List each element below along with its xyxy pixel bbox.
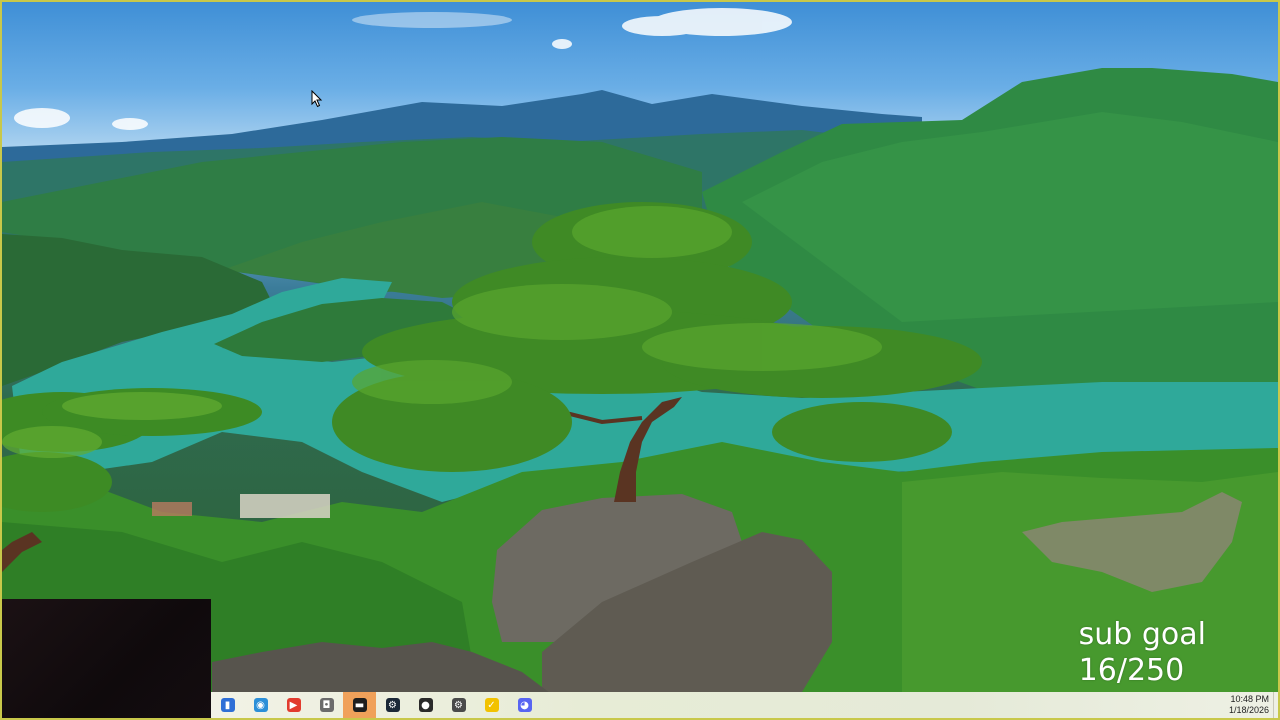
show-desktop-button[interactable] (1273, 692, 1278, 718)
clock-date: 1/18/2026 (1228, 705, 1269, 715)
sub-goal-progress: 16/250 (1078, 653, 1185, 689)
taskbar-button-obs-studio[interactable]: ▬ (343, 692, 376, 718)
desktop[interactable]: sub goal 16/250 ▮ ◉ ▶ ◘ ▬ ⚙ ● ⚙ ✓ ◕ 10:48 PM 1/18… (0, 0, 1280, 720)
edge-browser-icon: ◉ (253, 698, 268, 712)
black-overlay-panel (2, 599, 211, 718)
taskbar-button-youtube[interactable]: ▶ (277, 692, 310, 718)
taskbar-button-steam[interactable]: ⚙ (376, 692, 409, 718)
taskbar: ▮ ◉ ▶ ◘ ▬ ⚙ ● ⚙ ✓ ◕ 10:48 PM 1/18/2026 (211, 692, 1278, 718)
file-explorer-icon: ▮ (220, 698, 235, 712)
clock-time: 10:48 PM (1230, 694, 1269, 704)
steam-icon: ⚙ (385, 698, 400, 712)
davinci-resolve-icon: ● (418, 698, 433, 712)
settings-icon: ⚙ (451, 698, 466, 712)
system-clock[interactable]: 10:48 PM 1/18/2026 (1229, 692, 1273, 718)
youtube-icon: ▶ (286, 698, 301, 712)
taskbar-button-screenshot-tool[interactable]: ◘ (310, 692, 343, 718)
obs-studio-icon: ▬ (352, 698, 367, 712)
taskbar-button-norton[interactable]: ✓ (475, 692, 508, 718)
screenshot-tool-icon: ◘ (319, 698, 334, 712)
taskbar-button-davinci-resolve[interactable]: ● (409, 692, 442, 718)
taskbar-button-settings[interactable]: ⚙ (442, 692, 475, 718)
discord-icon: ◕ (517, 698, 532, 712)
taskbar-pinned-apps: ▮ ◉ ▶ ◘ ▬ ⚙ ● ⚙ ✓ ◕ (211, 692, 541, 718)
taskbar-button-edge-browser[interactable]: ◉ (244, 692, 277, 718)
sub-goal-overlay: sub goal 16/250 (1079, 617, 1206, 690)
mouse-cursor-icon (311, 90, 323, 108)
norton-icon: ✓ (484, 698, 499, 712)
sub-goal-label: sub goal (1078, 616, 1206, 652)
taskbar-button-discord[interactable]: ◕ (508, 692, 541, 718)
taskbar-button-file-explorer[interactable]: ▮ (211, 692, 244, 718)
